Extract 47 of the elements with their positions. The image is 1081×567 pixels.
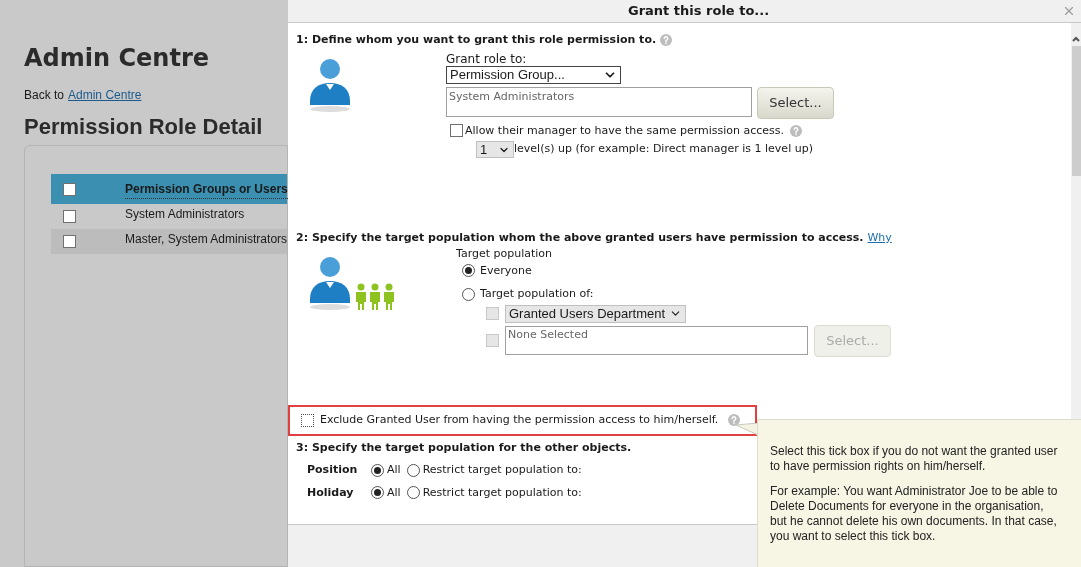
level-text: level(s) up (for example: Direct manager is 1 level up) bbox=[514, 141, 813, 158]
radio-label: Target population of: bbox=[480, 286, 594, 302]
tooltip-text: Select this tick box if you do not want the granted user to have permission rights on him/herself. bbox=[770, 444, 1059, 474]
section-heading: 2: Specify the target population whom the above granted users have permission to access. bbox=[296, 230, 864, 246]
close-icon bbox=[1062, 4, 1076, 18]
tooltip-text: For example: You want Administrator Joe to be able to Delete Documents for everyone in the organisation, but he cannot delete his own documents. In that case, you want to select this tick box. bbox=[770, 484, 1059, 544]
back-label: Back to bbox=[24, 87, 65, 104]
radio-button[interactable] bbox=[462, 287, 475, 301]
page-title: Admin Centre bbox=[24, 43, 210, 74]
checkbox[interactable] bbox=[63, 182, 76, 196]
why-link[interactable]: Why bbox=[867, 230, 892, 247]
radio-label: Restrict target population to: bbox=[422, 462, 582, 478]
checkbox-label: Exclude Granted User from having the permission access to him/herself. bbox=[320, 411, 719, 428]
checkbox[interactable] bbox=[63, 235, 76, 248]
dialog-title: Grant this role to... bbox=[628, 2, 770, 21]
object-label: Holiday bbox=[307, 484, 355, 501]
level-select[interactable]: 1 bbox=[476, 141, 514, 158]
group-field[interactable]: System Administrators bbox=[446, 86, 752, 117]
table-cell-text: System Administrators bbox=[125, 205, 245, 223]
table-row[interactable]: Master, System Administrators bbox=[51, 229, 287, 254]
radio-button[interactable] bbox=[371, 486, 384, 500]
radio-button[interactable] bbox=[462, 264, 475, 278]
table-cell-text: Master, System Administrators bbox=[125, 230, 288, 248]
radio-label: All bbox=[387, 462, 401, 478]
scrollbar-thumb[interactable] bbox=[1071, 46, 1081, 176]
checkbox[interactable] bbox=[301, 413, 314, 427]
page-heading: Permission Role Detail bbox=[24, 113, 264, 141]
checkbox[interactable] bbox=[63, 210, 76, 223]
back-link[interactable]: Admin Centre bbox=[68, 86, 142, 104]
radio-button[interactable] bbox=[406, 486, 420, 500]
section-heading: 1: Define whom you want to grant this role permission to. bbox=[296, 32, 657, 48]
grant-select[interactable]: Permission Group... bbox=[446, 65, 621, 84]
checkbox[interactable] bbox=[450, 124, 463, 138]
field-label: Grant role to: bbox=[446, 51, 528, 66]
radio-label: Restrict target population to: bbox=[422, 484, 582, 501]
field-label: Target population bbox=[456, 246, 554, 261]
section-heading: 3: Specify the target population for the other objects. bbox=[296, 439, 632, 456]
radio-button[interactable] bbox=[406, 463, 420, 477]
scroll-up-icon[interactable] bbox=[1072, 35, 1080, 43]
radio-label: All bbox=[387, 484, 401, 501]
radio-label: Everyone bbox=[480, 262, 532, 279]
checkbox-label: Allow their manager to have the same permission access. bbox=[465, 122, 785, 139]
table-row[interactable]: System Administrators bbox=[51, 204, 287, 229]
select-button[interactable]: Select... bbox=[757, 86, 834, 119]
object-label: Position bbox=[307, 462, 359, 478]
radio-button[interactable] bbox=[371, 463, 384, 477]
column-header[interactable]: Permission Groups or Users bbox=[125, 179, 288, 199]
